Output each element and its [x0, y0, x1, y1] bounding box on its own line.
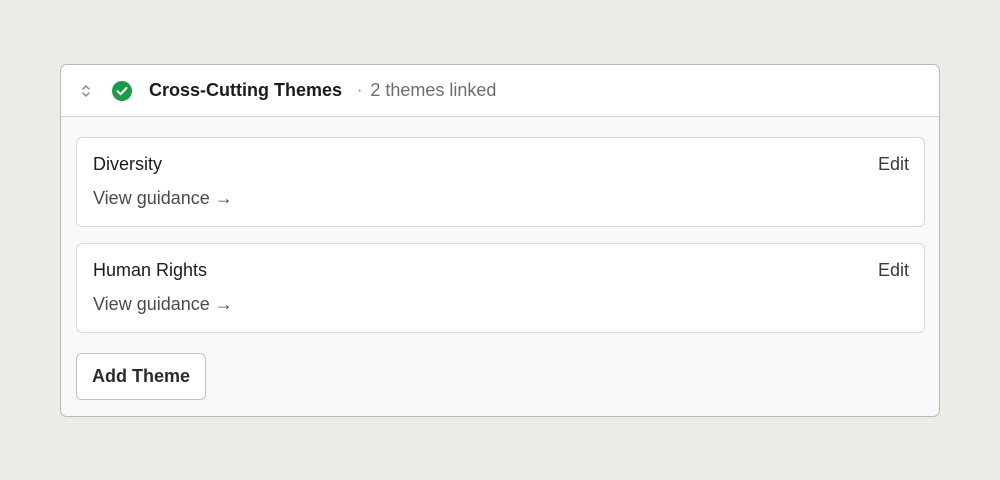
theme-card: Human Rights Edit View guidance →: [76, 243, 925, 333]
edit-theme-button[interactable]: Edit: [878, 260, 909, 281]
check-circle-icon: [112, 80, 132, 101]
add-theme-button[interactable]: Add Theme: [76, 353, 207, 400]
view-guidance-link[interactable]: View guidance →: [93, 294, 233, 315]
cross-cutting-themes-panel: Cross-Cutting Themes · 2 themes linked D…: [60, 64, 940, 417]
chevron-up-down-icon[interactable]: [79, 81, 93, 101]
theme-name: Human Rights: [93, 260, 208, 280]
edit-theme-button[interactable]: Edit: [878, 154, 909, 175]
panel-header[interactable]: Cross-Cutting Themes · 2 themes linked: [61, 65, 939, 117]
separator-dot: ·: [357, 81, 363, 99]
view-guidance-link[interactable]: View guidance →: [93, 188, 233, 209]
theme-name: Diversity: [93, 154, 163, 174]
section-title: Cross-Cutting Themes: [149, 80, 343, 100]
themes-count: 2 themes linked: [370, 80, 497, 100]
panel-body: Diversity Edit View guidance → Human Rig…: [61, 117, 939, 400]
theme-card: Diversity Edit View guidance →: [76, 137, 925, 227]
